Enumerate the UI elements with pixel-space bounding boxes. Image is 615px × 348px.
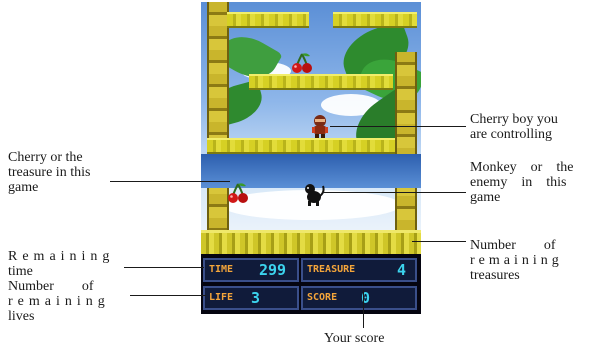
leader-line [322, 192, 466, 193]
platform [333, 12, 417, 28]
leader-line [130, 295, 206, 296]
life-value: 3 [251, 289, 261, 307]
cherry-icon [292, 53, 312, 73]
platform [207, 138, 395, 154]
cherry-icon [228, 183, 248, 203]
platform [249, 74, 393, 90]
life-box: LIFE 3 [203, 286, 299, 310]
leader-line [330, 126, 466, 127]
life-label: LIFE [209, 292, 234, 303]
treasure-box: TREASURE 4 [301, 258, 417, 282]
annotation-line: Cherry boy you [470, 112, 558, 127]
treasure-value: 4 [397, 261, 407, 279]
game-screenshot: TIME 299 TREASURE 4 LIFE 3 SCORE 0 [201, 2, 421, 314]
annotation-number-treasures: Number of remaining treasures [470, 238, 610, 283]
annotation-line: Cherry or the [8, 150, 83, 165]
annotation-line: game [470, 190, 501, 205]
annotation-line: Number of [470, 238, 556, 253]
platform [227, 12, 309, 28]
leader-line [110, 181, 230, 182]
annotation-line: game [8, 180, 39, 195]
treasure-label: TREASURE [307, 264, 356, 275]
annotation-line: remaining [8, 294, 110, 309]
annotation-line: time [8, 264, 33, 279]
leader-line [124, 267, 204, 268]
annotation-line: enemy in this [470, 175, 567, 190]
annotation-monkey: Monkey or the enemy in this game [470, 160, 610, 205]
annotation-line: are controlling [470, 127, 553, 142]
ground-platform [201, 230, 421, 254]
hud-panel: TIME 299 TREASURE 4 LIFE 3 SCORE 0 [201, 254, 421, 314]
annotation-cherry-treasure: Cherry or the treasure in this game [8, 150, 138, 195]
score-label: SCORE [307, 292, 338, 303]
annotation-number-lives: Number of remaining lives [8, 279, 138, 324]
annotation-line: Remaining [8, 249, 115, 264]
annotation-line: treasures [470, 268, 520, 283]
annotation-cherry-boy: Cherry boy you are controlling [470, 112, 610, 142]
annotation-line: Number of [8, 279, 94, 294]
game-playfield [201, 2, 421, 254]
time-label: TIME [209, 264, 234, 275]
time-box: TIME 299 [203, 258, 299, 282]
score-box: SCORE 0 [301, 286, 417, 310]
bamboo-pillar-left [207, 2, 229, 230]
annotation-line: treasure in this [8, 165, 91, 180]
monkey-icon [305, 184, 325, 206]
cherry-boy-icon [312, 115, 328, 138]
annotation-your-score: Your score [324, 331, 385, 346]
time-value: 299 [259, 261, 287, 279]
annotation-line: Monkey or the [470, 160, 574, 175]
leader-line [363, 290, 364, 328]
annotation-line: lives [8, 309, 35, 324]
annotation-remaining-time: Remaining time [8, 249, 138, 279]
annotation-line: remaining [470, 253, 563, 268]
leader-line [412, 241, 466, 242]
bamboo-pillar-right [395, 52, 417, 230]
